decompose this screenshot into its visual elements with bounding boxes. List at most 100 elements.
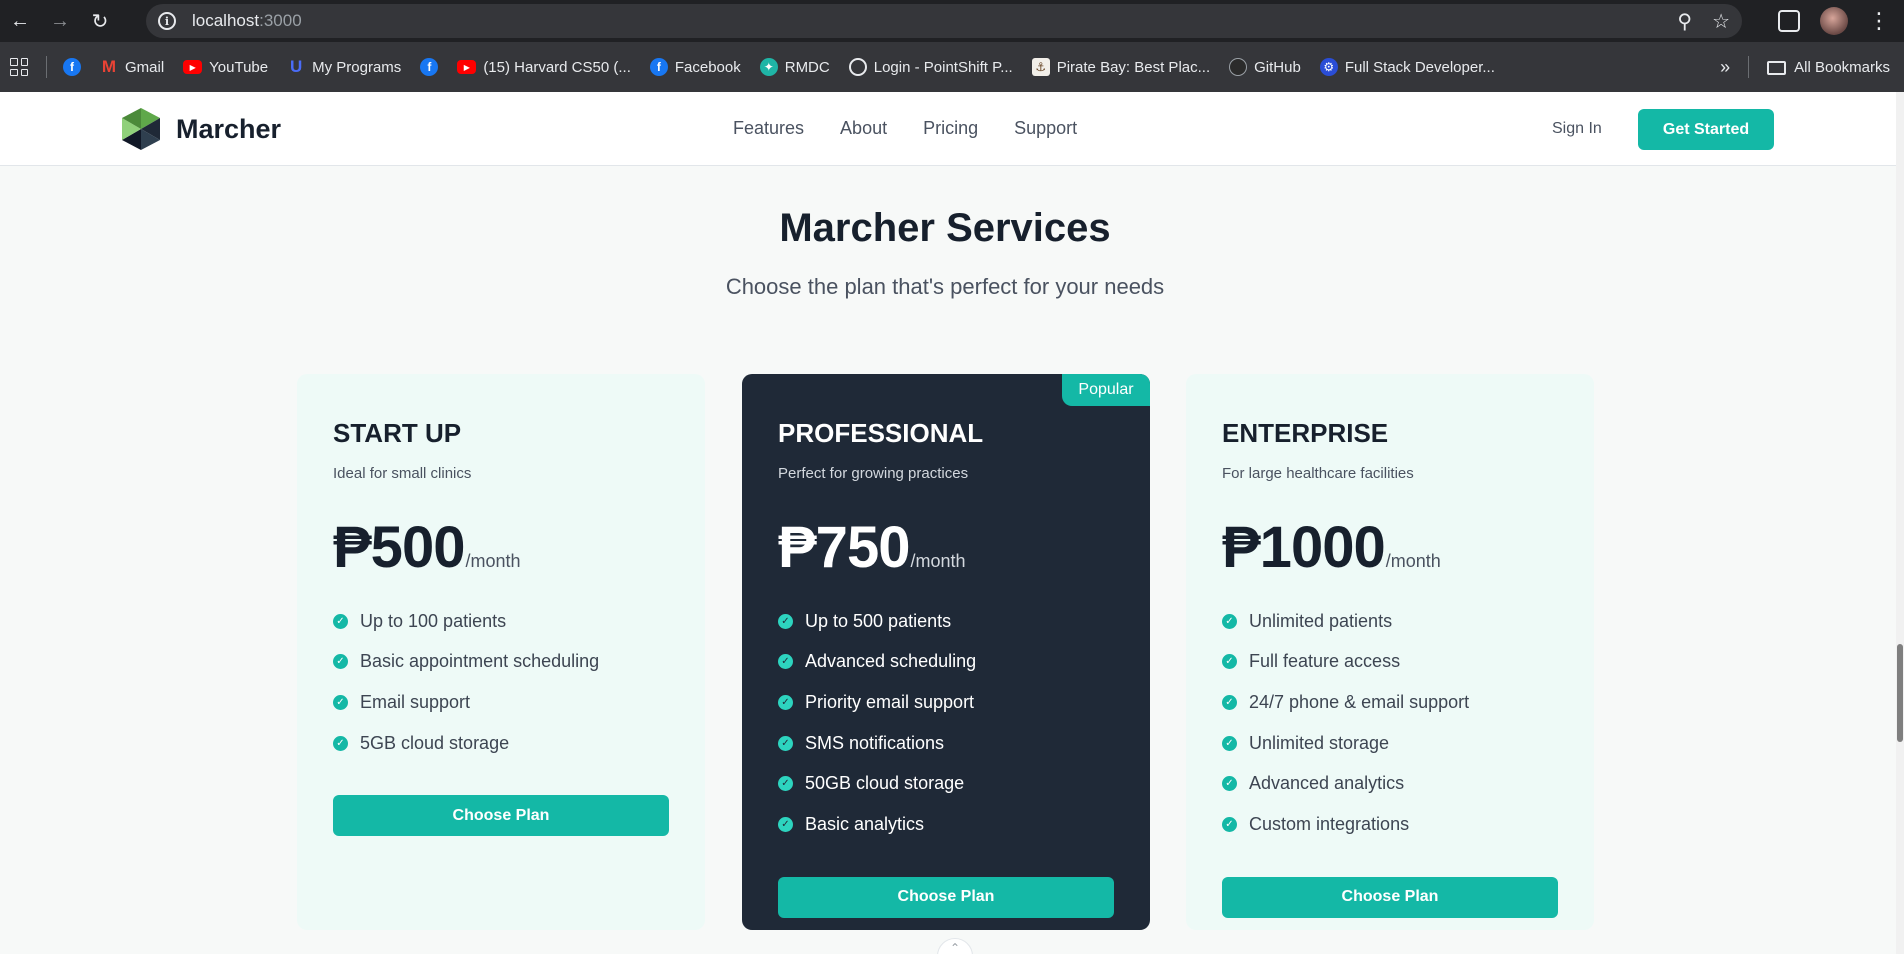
bookmarks-divider [46, 56, 47, 78]
browser-menu-icon[interactable]: ⋮ [1868, 10, 1890, 32]
main-nav: Features About Pricing Support [733, 118, 1077, 139]
popular-badge: Popular [1062, 374, 1150, 406]
profile-avatar[interactable] [1820, 7, 1848, 35]
bookmark-item[interactable]: f Facebook [649, 58, 741, 76]
nav-pricing[interactable]: Pricing [923, 118, 978, 139]
choose-plan-button[interactable]: Choose Plan [778, 876, 1114, 918]
bookmark-item[interactable]: Login - PointShift P... [848, 58, 1013, 76]
youtube-icon: ▶ [457, 60, 477, 74]
feature-text: Unlimited storage [1249, 732, 1390, 753]
check-circle-icon: ✓ [333, 694, 348, 710]
scrollbar-thumb[interactable] [1897, 644, 1903, 742]
price-row: ₱1000 /month [1222, 514, 1558, 581]
bookmark-item[interactable]: ▶ YouTube [183, 59, 268, 76]
url-text[interactable]: localhost:3000 [192, 11, 302, 31]
feature-list: ✓ Up to 500 patients ✓ Advanced scheduling ✓… [778, 601, 1114, 845]
page-scrollbar[interactable] [1896, 92, 1904, 954]
bookmark-item[interactable]: f [63, 58, 81, 76]
feature-item: ✓ Unlimited patients [1222, 601, 1558, 642]
bookmark-item[interactable]: ⚙ Full Stack Developer... [1319, 58, 1495, 76]
feature-text: 5GB cloud storage [360, 732, 510, 753]
bookmark-item[interactable]: GitHub [1229, 58, 1301, 76]
plan-card-startup: START UP Ideal for small clinics ₱500 /m… [297, 374, 705, 930]
bookmark-item[interactable]: f [420, 58, 439, 76]
bookmark-item[interactable]: U My Programs [287, 57, 401, 76]
feature-list: ✓ Up to 100 patients ✓ Basic appointment sc… [333, 601, 669, 763]
bookmark-item[interactable]: M Gmail [100, 57, 165, 76]
feature-text: Priority email support [805, 691, 975, 712]
plan-name: PROFESSIONAL [778, 418, 984, 448]
more-bookmarks-icon[interactable]: » [1720, 57, 1730, 78]
nav-support[interactable]: Support [1014, 118, 1077, 139]
check-circle-icon: ✓ [333, 613, 348, 629]
check-circle-icon: ✓ [1222, 816, 1237, 832]
facebook-icon: f [420, 58, 439, 76]
scroll-top-icon[interactable]: ⌃ [937, 938, 973, 954]
bookmark-label: Gmail [125, 58, 165, 76]
price-row: ₱500 /month [333, 514, 669, 581]
folder-icon [1767, 60, 1787, 75]
all-bookmarks-label: All Bookmarks [1794, 58, 1890, 76]
nav-about[interactable]: About [840, 118, 887, 139]
feature-item: ✓ Advanced scheduling [778, 642, 1114, 683]
plan-description: Ideal for small clinics [333, 465, 472, 482]
sign-in-link[interactable]: Sign In [1552, 120, 1602, 138]
check-circle-icon: ✓ [1222, 694, 1237, 710]
plan-name: ENTERPRISE [1222, 418, 1389, 448]
feature-text: Custom integrations [1249, 813, 1410, 834]
feature-item: ✓ Email support [333, 682, 669, 723]
bookmark-label: Facebook [674, 58, 741, 76]
plan-description: For large healthcare facilities [1222, 465, 1414, 482]
plan-price: ₱500 [333, 515, 465, 580]
apps-grid-icon[interactable] [10, 58, 28, 76]
check-circle-icon: ✓ [778, 654, 793, 670]
feature-text: SMS notifications [805, 732, 945, 753]
check-circle-icon: ✓ [778, 816, 793, 832]
feature-text: Up to 100 patients [360, 610, 507, 631]
reload-icon[interactable]: ↻ [80, 0, 120, 42]
gmail-icon: M [101, 57, 117, 76]
feature-text: Advanced analytics [1249, 773, 1405, 794]
bookmarks-divider-right [1748, 56, 1750, 78]
get-started-button[interactable]: Get Started [1638, 109, 1774, 150]
my-programs-icon: U [289, 57, 303, 76]
back-icon[interactable]: ← [0, 0, 40, 42]
choose-plan-button[interactable]: Choose Plan [1222, 876, 1558, 918]
nav-features[interactable]: Features [733, 118, 804, 139]
feature-item: ✓ Up to 500 patients [778, 601, 1114, 642]
feature-list: ✓ Unlimited patients ✓ Full feature access ✓… [1222, 601, 1558, 845]
globe-icon [848, 58, 867, 76]
feature-text: 50GB cloud storage [805, 773, 965, 794]
bookmark-label: YouTube [209, 58, 269, 76]
plan-description: Perfect for growing practices [778, 465, 969, 482]
brand-logo[interactable]: Marcher [120, 106, 281, 152]
feature-item: ✓ Up to 100 patients [333, 601, 669, 642]
bookmark-label: Pirate Bay: Best Plac... [1056, 58, 1211, 76]
bookmark-label: (15) Harvard CS50 (... [483, 58, 631, 76]
extensions-icon[interactable] [1778, 10, 1800, 32]
price-row: ₱750 /month [778, 514, 1114, 581]
all-bookmarks[interactable]: All Bookmarks [1767, 59, 1890, 76]
pirate-bay-icon: ⚓ [1031, 58, 1050, 76]
forward-icon[interactable]: → [40, 0, 80, 42]
full-stack-icon: ⚙ [1319, 58, 1338, 76]
bookmark-item[interactable]: ⚓ Pirate Bay: Best Plac... [1031, 58, 1211, 76]
feature-item: ✓ 24/7 phone & email support [1222, 682, 1558, 723]
feature-item: ✓ Full feature access [1222, 642, 1558, 683]
plan-price: ₱750 [778, 515, 910, 580]
feature-item: ✓ Unlimited storage [1222, 723, 1558, 764]
brand-name: Marcher [176, 113, 282, 144]
bookmark-item[interactable]: ✦ RMDC [759, 58, 830, 76]
address-bar[interactable]: i localhost:3000 ⚲ ☆ [146, 4, 1742, 38]
check-circle-icon: ✓ [1222, 654, 1237, 670]
bookmark-star-icon[interactable]: ☆ [1712, 9, 1730, 34]
bookmark-label: RMDC [784, 58, 830, 76]
feature-text: Email support [360, 691, 471, 712]
site-info-icon[interactable]: i [150, 4, 184, 38]
zoom-icon[interactable]: ⚲ [1677, 9, 1692, 34]
plan-card-enterprise: ENTERPRISE For large healthcare faciliti… [1186, 374, 1594, 930]
bookmark-item[interactable]: ▶ (15) Harvard CS50 (... [457, 59, 631, 76]
check-circle-icon: ✓ [1222, 613, 1237, 629]
choose-plan-button[interactable]: Choose Plan [333, 795, 669, 837]
feature-item: ✓ Basic appointment scheduling [333, 642, 669, 683]
